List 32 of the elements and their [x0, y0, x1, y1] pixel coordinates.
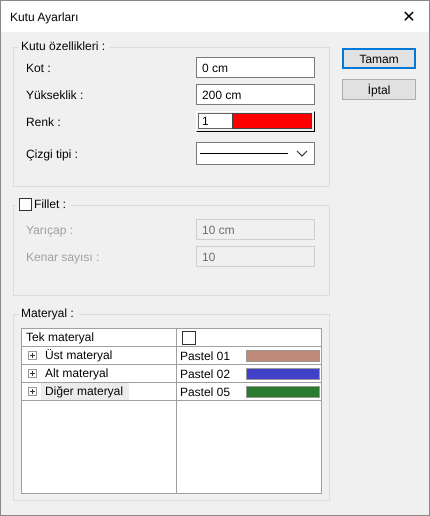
expand-icon[interactable] — [28, 369, 37, 378]
field-label: Çizgi tipi : — [25, 146, 78, 160]
close-button[interactable]: ✕ — [389, 2, 429, 32]
group-title: Materyal : — [19, 306, 79, 321]
field-label: Renk : — [25, 114, 61, 128]
input-field[interactable]: 200 cm — [196, 84, 315, 105]
property-name[interactable]: Diğer materyal — [41, 383, 130, 400]
field-label: Kenar sayısı : — [25, 250, 100, 264]
chevron-down-icon — [296, 150, 308, 158]
color-swatch[interactable] — [246, 368, 320, 380]
property-name[interactable]: Alt materyal — [41, 365, 114, 382]
color-swatch[interactable] — [246, 386, 320, 398]
dialog-button[interactable]: Tamam — [342, 48, 416, 69]
expand-icon[interactable] — [28, 351, 37, 360]
fillet-checkbox[interactable] — [19, 198, 32, 211]
property-name: Tek materyal — [26, 329, 94, 346]
dialog-button[interactable]: İptal — [342, 79, 416, 100]
window-title: Kutu Ayarları — [10, 10, 78, 24]
property-value: Pastel 05 — [180, 384, 230, 398]
field-label: Yarıçap : — [25, 222, 74, 236]
expand-icon[interactable] — [28, 387, 37, 396]
property-value: Pastel 01 — [180, 348, 230, 362]
input-field[interactable]: 0 cm — [196, 57, 315, 78]
field-label: Kot : — [25, 60, 51, 74]
property-name[interactable]: Üst materyal — [41, 347, 118, 364]
checkbox[interactable] — [182, 330, 196, 344]
field-label: Yükseklik : — [25, 88, 84, 102]
color-picker[interactable]: 1 — [196, 111, 315, 132]
property-value: Pastel 02 — [180, 366, 230, 380]
group-title: Fillet : — [34, 197, 66, 212]
color-swatch[interactable] — [246, 350, 320, 362]
line-type-dropdown[interactable] — [196, 142, 315, 165]
